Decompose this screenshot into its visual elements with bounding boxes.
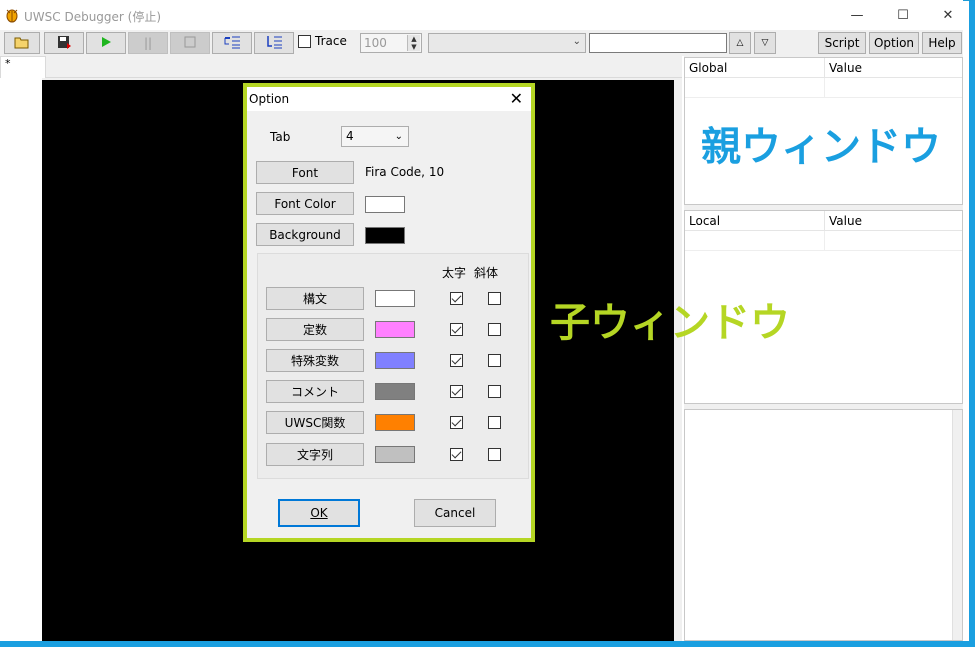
syntax-button-constant[interactable]: 定数 <box>266 318 364 341</box>
bold-checkbox[interactable] <box>450 385 463 398</box>
bold-checkbox[interactable] <box>450 354 463 367</box>
parent-window-annotation: 親ウィンドウ <box>701 124 941 170</box>
disk-icon <box>56 34 72 53</box>
italic-checkbox[interactable] <box>488 354 501 367</box>
editor-tab-strip: * <box>0 56 682 78</box>
italic-checkbox[interactable] <box>488 323 501 336</box>
background-button[interactable]: Background <box>256 223 354 246</box>
syntax-button-string[interactable]: 文字列 <box>266 443 364 466</box>
font-button[interactable]: Font <box>256 161 354 184</box>
line-gutter <box>0 78 42 641</box>
title-bar: UWSC Debugger (停止) — ☐ ✕ <box>0 0 963 30</box>
step-over-button[interactable] <box>212 32 252 54</box>
pause-icon: || <box>143 36 153 50</box>
local-value-column-header: Value <box>829 214 862 228</box>
folder-open-icon <box>14 35 30 52</box>
tab-size-label: Tab <box>270 130 291 144</box>
background-color-swatch[interactable] <box>365 227 405 244</box>
table-row <box>685 78 962 98</box>
syntax-color-swatch[interactable] <box>375 290 415 307</box>
script-button[interactable]: Script <box>818 32 866 54</box>
bold-checkbox[interactable] <box>450 448 463 461</box>
option-button[interactable]: Option <box>869 32 919 54</box>
step-into-button[interactable] <box>254 32 294 54</box>
stop-button[interactable] <box>170 32 210 54</box>
step-into-icon <box>265 35 283 52</box>
font-value: Fira Code, 10 <box>365 165 445 179</box>
syntax-color-swatch[interactable] <box>375 383 415 400</box>
toolbar: || Trace 100 ▲ ▼ ⌄ △ ▽ Script Option Help <box>0 30 963 56</box>
trace-toggle[interactable]: Trace <box>298 34 347 48</box>
open-file-button[interactable] <box>4 32 40 54</box>
italic-checkbox[interactable] <box>488 416 501 429</box>
option-dialog: Option ✕ Tab 4 ⌄ Font Fira Code, 10 Font… <box>243 83 535 542</box>
tab-size-value: 4 <box>346 129 354 143</box>
syntax-color-swatch[interactable] <box>375 446 415 463</box>
italic-checkbox[interactable] <box>488 448 501 461</box>
syntax-button-special-variable[interactable]: 特殊変数 <box>266 349 364 372</box>
pause-button[interactable]: || <box>128 32 168 54</box>
italic-column-header: 斜体 <box>474 266 499 280</box>
syntax-color-swatch[interactable] <box>375 414 415 431</box>
find-next-button[interactable]: ▽ <box>754 32 776 54</box>
trace-checkbox[interactable] <box>298 34 311 48</box>
chevron-down-icon: ⌄ <box>572 36 581 47</box>
syntax-color-swatch[interactable] <box>375 352 415 369</box>
app-bug-icon <box>4 7 20 23</box>
play-icon <box>100 36 112 51</box>
minimize-button[interactable]: — <box>834 0 880 30</box>
window-title: UWSC Debugger (停止) <box>24 10 162 24</box>
dialog-title-bar: Option ✕ <box>247 87 531 111</box>
tab-size-select[interactable]: 4 ⌄ <box>341 126 409 147</box>
syntax-button-uwsc-function[interactable]: UWSC関数 <box>266 411 364 434</box>
bold-checkbox[interactable] <box>450 323 463 336</box>
step-over-icon <box>223 35 241 52</box>
maximize-button[interactable]: ☐ <box>880 0 926 30</box>
font-color-swatch[interactable] <box>365 196 405 213</box>
spinner-arrows-icon[interactable]: ▲ ▼ <box>407 35 420 51</box>
help-button[interactable]: Help <box>922 32 962 54</box>
close-button[interactable]: ✕ <box>925 0 971 30</box>
save-file-button[interactable] <box>44 32 84 54</box>
dialog-close-icon[interactable]: ✕ <box>510 89 523 108</box>
output-panel[interactable] <box>684 409 963 641</box>
global-column-header: Global <box>685 58 825 77</box>
function-combo[interactable]: ⌄ <box>428 33 586 53</box>
italic-checkbox[interactable] <box>488 292 501 305</box>
find-prev-button[interactable]: △ <box>729 32 751 54</box>
table-row <box>685 231 962 251</box>
local-column-header: Local <box>685 211 825 230</box>
run-button[interactable] <box>86 32 126 54</box>
syntax-button-statement[interactable]: 構文 <box>266 287 364 310</box>
syntax-colors-group: 太字 斜体 構文 定数 特殊変数 コメント UWSC関数 文字列 <box>257 253 529 479</box>
child-window-annotation: 子ウィンドウ <box>550 300 790 346</box>
syntax-color-swatch[interactable] <box>375 321 415 338</box>
chevron-down-icon: ⌄ <box>394 131 403 142</box>
stop-icon <box>184 36 196 51</box>
font-color-button[interactable]: Font Color <box>256 192 354 215</box>
trace-label: Trace <box>315 34 347 48</box>
ok-button-label: OK <box>310 506 328 520</box>
output-scrollbar[interactable] <box>952 410 962 640</box>
ok-button[interactable]: OK <box>278 499 360 527</box>
trace-interval-spinner[interactable]: 100 ▲ ▼ <box>360 33 422 53</box>
global-variables-grid[interactable]: Global Value 親ウィンドウ <box>684 57 963 205</box>
variables-pane: Global Value 親ウィンドウ Local Value <box>684 56 963 641</box>
bold-checkbox[interactable] <box>450 416 463 429</box>
italic-checkbox[interactable] <box>488 385 501 398</box>
bold-column-header: 太字 <box>442 266 467 280</box>
bold-checkbox[interactable] <box>450 292 463 305</box>
editor-tab[interactable]: * <box>0 56 46 78</box>
cancel-button[interactable]: Cancel <box>414 499 496 527</box>
global-value-column-header: Value <box>829 61 862 75</box>
dialog-title: Option <box>249 92 290 106</box>
find-input[interactable] <box>589 33 727 53</box>
trace-interval-value: 100 <box>364 36 387 50</box>
syntax-button-comment[interactable]: コメント <box>266 380 364 403</box>
